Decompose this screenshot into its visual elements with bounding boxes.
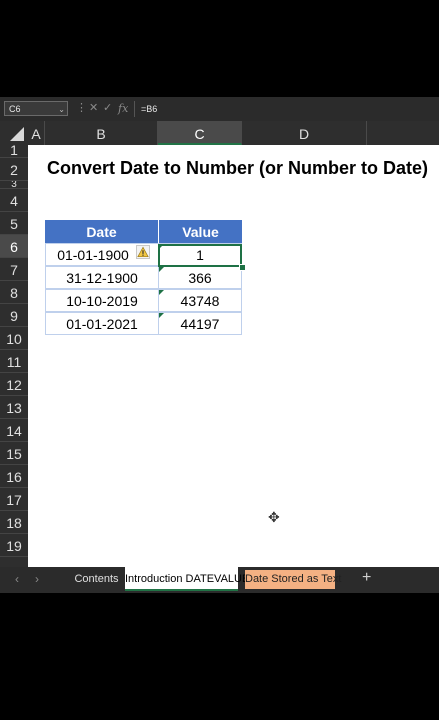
- excel-window: C6 ⌄ ⋮ ✕ ✓ fx =B6 A B C D 1 2 3 4 5 6 7 …: [0, 97, 439, 593]
- row-header-18[interactable]: 18: [0, 511, 28, 534]
- formula-bar: C6 ⌄ ⋮ ✕ ✓ fx =B6: [0, 97, 439, 121]
- select-all-corner[interactable]: [0, 121, 28, 145]
- row-header-8[interactable]: 8: [0, 281, 28, 304]
- cell-date[interactable]: 31-12-1900: [45, 266, 159, 289]
- tab-introduction-datevalue[interactable]: Introduction DATEVALUE: [125, 567, 249, 591]
- table-header-date[interactable]: Date: [45, 220, 158, 243]
- tab-contents[interactable]: Contents: [70, 567, 123, 591]
- column-header-c[interactable]: C: [158, 121, 242, 145]
- row-header-2[interactable]: 2: [0, 158, 28, 181]
- row-header-19[interactable]: 19: [0, 534, 28, 557]
- cell-value-text: 43748: [180, 293, 220, 309]
- cell-date[interactable]: 10-10-2019: [45, 289, 159, 312]
- cell-value-text: 44197: [180, 316, 220, 332]
- row-header-10[interactable]: 10: [0, 327, 28, 350]
- row-header-12[interactable]: 12: [0, 373, 28, 396]
- add-sheet-icon[interactable]: +: [362, 569, 371, 587]
- column-headers: A B C D: [0, 121, 439, 145]
- row-header-3[interactable]: 3: [0, 181, 28, 189]
- enter-icon[interactable]: ✓: [103, 102, 112, 115]
- row-header-13[interactable]: 13: [0, 396, 28, 419]
- cell-cursor-icon: ✥: [268, 509, 280, 525]
- tab-next-icon[interactable]: ›: [35, 572, 39, 586]
- column-header-a[interactable]: A: [28, 121, 45, 145]
- chevron-down-icon[interactable]: ⌄: [58, 102, 65, 117]
- cancel-icon[interactable]: ✕: [89, 102, 98, 115]
- row-header-14[interactable]: 14: [0, 419, 28, 442]
- active-cell-border: [158, 244, 242, 267]
- column-header-e[interactable]: [367, 121, 439, 145]
- row-header-4[interactable]: 4: [0, 189, 28, 212]
- row-header-15[interactable]: 15: [0, 442, 28, 465]
- cell-value-text: 366: [188, 270, 212, 286]
- row-header-17[interactable]: 17: [0, 488, 28, 511]
- row-header-11[interactable]: 11: [0, 350, 28, 373]
- sheet-title: Convert Date to Number (or Number to Dat…: [47, 158, 429, 178]
- tab-prev-icon[interactable]: ‹: [15, 572, 19, 586]
- cell-date[interactable]: 01-01-2021: [45, 312, 159, 335]
- name-box-value: C6: [9, 104, 21, 114]
- table-header-value[interactable]: Value: [158, 220, 242, 243]
- column-header-b[interactable]: B: [45, 121, 158, 145]
- cell-value[interactable]: 366: [158, 266, 242, 289]
- row-header-9[interactable]: 9: [0, 304, 28, 327]
- name-box[interactable]: C6 ⌄: [4, 101, 68, 116]
- warning-icon[interactable]: [136, 245, 150, 259]
- fill-handle[interactable]: [239, 264, 246, 271]
- row-header-7[interactable]: 7: [0, 258, 28, 281]
- error-indicator-icon: [159, 290, 164, 295]
- row-header-1[interactable]: 1: [0, 145, 28, 158]
- column-header-d[interactable]: D: [242, 121, 367, 145]
- formula-input[interactable]: =B6: [134, 101, 439, 117]
- error-indicator-icon: [159, 313, 164, 318]
- sheet-tabs-bar: ‹ › Contents Introduction DATEVALUE Date…: [0, 567, 439, 593]
- cell-value[interactable]: 43748: [158, 289, 242, 312]
- cell-value[interactable]: 44197: [158, 312, 242, 335]
- tab-date-stored-as-text[interactable]: Date Stored as Text: [245, 570, 341, 589]
- error-indicator-icon: [159, 267, 164, 272]
- insert-function-icon[interactable]: fx: [118, 102, 128, 115]
- row-header-5[interactable]: 5: [0, 212, 28, 235]
- row-header-16[interactable]: 16: [0, 465, 28, 488]
- more-options-icon[interactable]: ⋮: [76, 102, 87, 115]
- row-header-6[interactable]: 6: [0, 235, 28, 258]
- row-headers: 1 2 3 4 5 6 7 8 9 10 11 12 13 14 15 16 1…: [0, 145, 28, 567]
